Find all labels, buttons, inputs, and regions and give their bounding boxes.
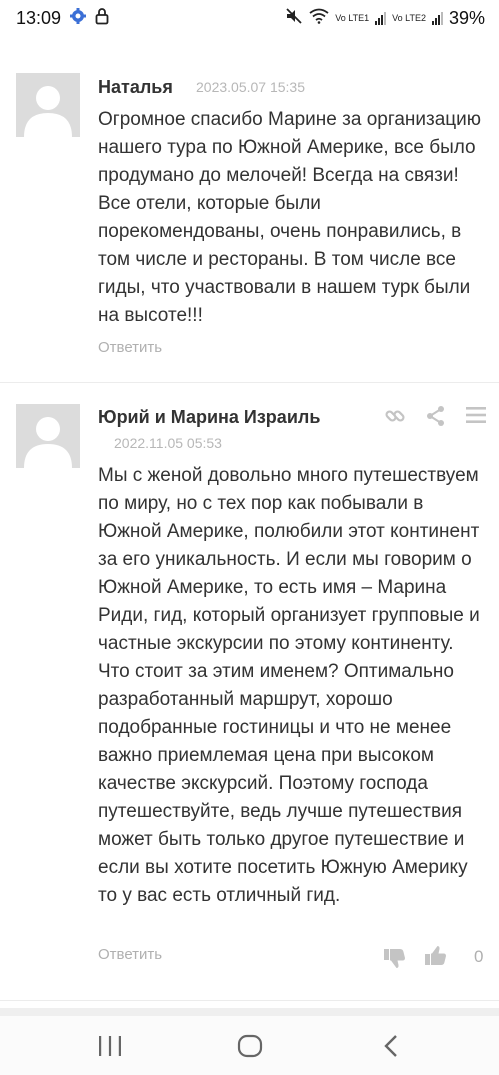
avatar	[16, 73, 80, 137]
vote-count: 0	[474, 947, 484, 966]
comment-divider	[0, 1000, 499, 1001]
navigation-bar	[0, 1008, 499, 1075]
link-icon[interactable]	[384, 405, 406, 432]
comment-divider	[0, 382, 499, 383]
comment-date: 2022.11.05 05:53	[114, 435, 222, 451]
recent-apps-icon[interactable]	[98, 1034, 122, 1063]
avatar	[16, 404, 80, 468]
mute-icon	[285, 7, 303, 30]
comment-text: Мы с женой довольно много путешествуем п…	[98, 465, 480, 906]
reply-button[interactable]: Ответить	[98, 946, 162, 963]
status-bar: 13:09 Vo LTE1 Vo LTE2 39%	[0, 0, 499, 36]
comment-date: 2023.05.07 15:35	[196, 79, 305, 95]
thumbs-up-icon[interactable]	[425, 945, 447, 972]
status-bar-right: Vo LTE1 Vo LTE2 39%	[285, 7, 485, 30]
reply-button[interactable]: Ответить	[98, 339, 162, 356]
lte1-signal-label: Vo LTE1	[335, 12, 370, 23]
status-bar-left: 13:09	[16, 7, 109, 30]
comment-author: Наталья	[98, 77, 173, 97]
lock-icon	[95, 7, 109, 30]
back-icon[interactable]	[382, 1034, 400, 1063]
settings-gear-icon	[69, 7, 87, 30]
lte1-signal-icon	[375, 11, 387, 25]
menu-icon[interactable]	[466, 406, 486, 429]
comment-author: Юрий и Марина Израиль	[98, 407, 321, 427]
lte2-signal-label: Vo LTE2	[392, 12, 426, 23]
lte2-signal-icon	[431, 11, 443, 25]
status-time: 13:09	[16, 7, 62, 28]
wifi-icon	[309, 8, 329, 29]
comment-text: Огромное спасибо Марине за организацию н…	[98, 109, 482, 326]
home-icon[interactable]	[237, 1034, 263, 1063]
share-icon[interactable]	[426, 405, 446, 432]
thumbs-down-icon[interactable]	[384, 947, 406, 974]
battery-level: 39%	[448, 7, 485, 28]
